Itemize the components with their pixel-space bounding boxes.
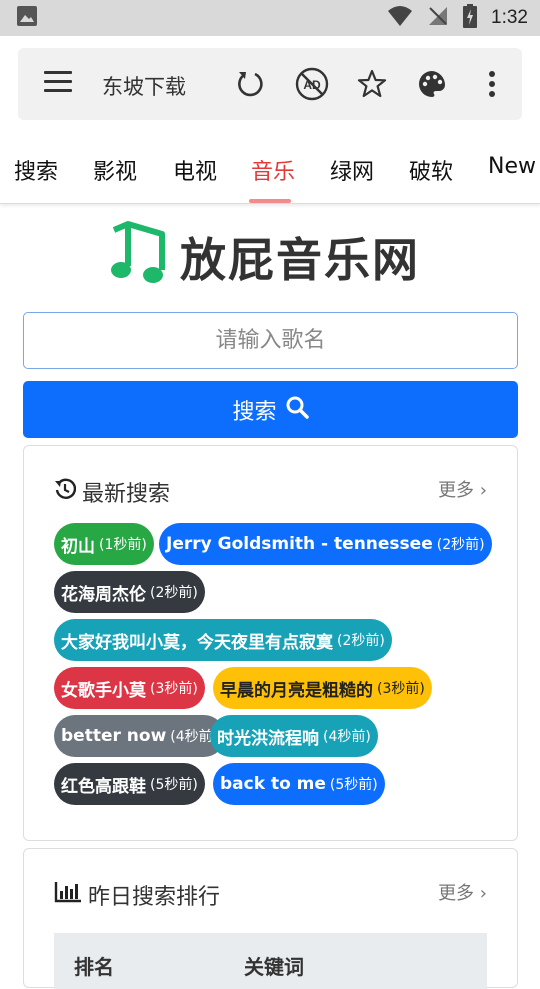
search-tag[interactable]: 花海周杰伦 (2秒前) <box>54 571 205 613</box>
history-icon <box>54 478 77 506</box>
search-tag[interactable]: 初山 (1秒前) <box>54 523 154 565</box>
tag-time: (1秒前) <box>99 537 147 553</box>
menu-icon[interactable] <box>44 71 72 97</box>
more-vert-icon[interactable] <box>474 66 510 102</box>
tag-name: 红色高跟鞋 <box>61 776 146 797</box>
song-search-input[interactable] <box>23 312 518 369</box>
search-tag[interactable]: better now (4秒前) <box>54 715 226 757</box>
battery-charging-icon <box>463 4 478 32</box>
tab-search[interactable]: 搜索 <box>14 154 58 186</box>
latest-searches-title: 最新搜索 <box>82 482 171 507</box>
column-header: 排名 <box>74 955 114 979</box>
category-tabs: 搜索 影视 电视 音乐 绿网 破软 New <box>0 136 540 204</box>
tag-name: back to me <box>220 774 326 794</box>
search-tag[interactable]: Jerry Goldsmith - tennessee (2秒前) <box>159 523 492 565</box>
ranking-more-label: 更多 <box>438 883 475 904</box>
tag-time: (5秒前) <box>150 777 198 793</box>
latest-searches-header: 最新搜索 <box>54 476 170 508</box>
clock: 1:32 <box>491 7 528 28</box>
tag-time: (2秒前) <box>436 537 485 553</box>
ranking-header: 昨日搜索排行 <box>54 879 220 911</box>
active-tab-indicator <box>249 199 291 203</box>
search-tag[interactable]: 早晨的月亮是粗糙的 (3秒前) <box>213 667 432 709</box>
tag-name: 大家好我叫小莫，今天夜里有点寂寞 <box>61 632 333 653</box>
tag-name: better now <box>61 726 167 746</box>
music-note-logo-icon <box>106 220 170 290</box>
search-tag[interactable]: 大家好我叫小莫，今天夜里有点寂寞 (2秒前) <box>54 619 392 661</box>
tab-new[interactable]: New <box>488 154 536 179</box>
tab-green[interactable]: 绿网 <box>330 154 374 186</box>
ranking-table-header: 排名 关键词 <box>54 933 487 989</box>
tag-time: (3秒前) <box>377 681 425 697</box>
app-bar: 东坡下载 AD <box>0 36 540 136</box>
palette-icon[interactable] <box>414 66 450 102</box>
tag-name: Jerry Goldsmith - tennessee <box>166 534 433 554</box>
tag-name: 时光洪流程响 <box>217 728 319 749</box>
no-signal-icon <box>427 5 449 31</box>
tag-name: 早晨的月亮是粗糙的 <box>220 680 373 701</box>
app-title: 东坡下载 <box>102 75 186 99</box>
tag-name: 花海周杰伦 <box>61 584 146 605</box>
reload-icon[interactable] <box>232 66 268 102</box>
search-button-label: 搜索 <box>232 399 277 425</box>
search-tag[interactable]: 时光洪流程响 (4秒前) <box>210 715 378 757</box>
latest-searches-card: 最新搜索 更多 › 初山 (1秒前) Jerry Goldsmith - tenn… <box>23 445 518 841</box>
tag-time: (5秒前) <box>329 777 378 793</box>
search-tag[interactable]: 红色高跟鞋 (5秒前) <box>54 763 205 805</box>
column-header: 关键词 <box>244 955 304 979</box>
tag-time: (3秒前) <box>150 681 198 697</box>
search-icon <box>285 395 309 425</box>
app-bar-container: 东坡下载 AD <box>18 48 522 120</box>
status-bar: 1:32 <box>0 0 540 36</box>
wifi-icon <box>387 5 413 31</box>
tag-name: 女歌手小莫 <box>61 680 146 701</box>
search-tag[interactable]: back to me (5秒前) <box>213 763 385 805</box>
tag-time: (2秒前) <box>150 585 198 601</box>
chevron-right-icon: › <box>479 883 487 904</box>
ad-block-icon[interactable]: AD <box>294 66 330 102</box>
yesterday-ranking-card: 昨日搜索排行 更多 › 排名 关键词 <box>23 848 518 989</box>
search-button[interactable]: 搜索 <box>23 381 518 438</box>
tab-movies[interactable]: 影视 <box>93 154 137 186</box>
tag-time: (4秒前) <box>323 729 371 745</box>
gallery-notification-icon <box>16 5 38 31</box>
site-title: 放屁音乐网 <box>180 233 420 287</box>
ranking-title: 昨日搜索排行 <box>88 885 221 910</box>
latest-more-link[interactable]: 更多 › <box>438 476 487 502</box>
tab-software[interactable]: 破软 <box>409 154 453 186</box>
search-tag[interactable]: 女歌手小莫 (3秒前) <box>54 667 205 709</box>
star-icon[interactable] <box>354 66 390 102</box>
tag-time: (2秒前) <box>337 633 385 649</box>
site-header: 放屁音乐网 <box>0 218 540 290</box>
tab-music[interactable]: 音乐 <box>251 154 295 186</box>
ranking-more-link[interactable]: 更多 › <box>438 879 487 905</box>
tag-name: 初山 <box>61 536 95 557</box>
chevron-right-icon: › <box>479 480 487 501</box>
bar-chart-icon <box>54 881 82 909</box>
latest-more-label: 更多 <box>438 480 475 501</box>
tab-tv[interactable]: 电视 <box>173 154 217 186</box>
